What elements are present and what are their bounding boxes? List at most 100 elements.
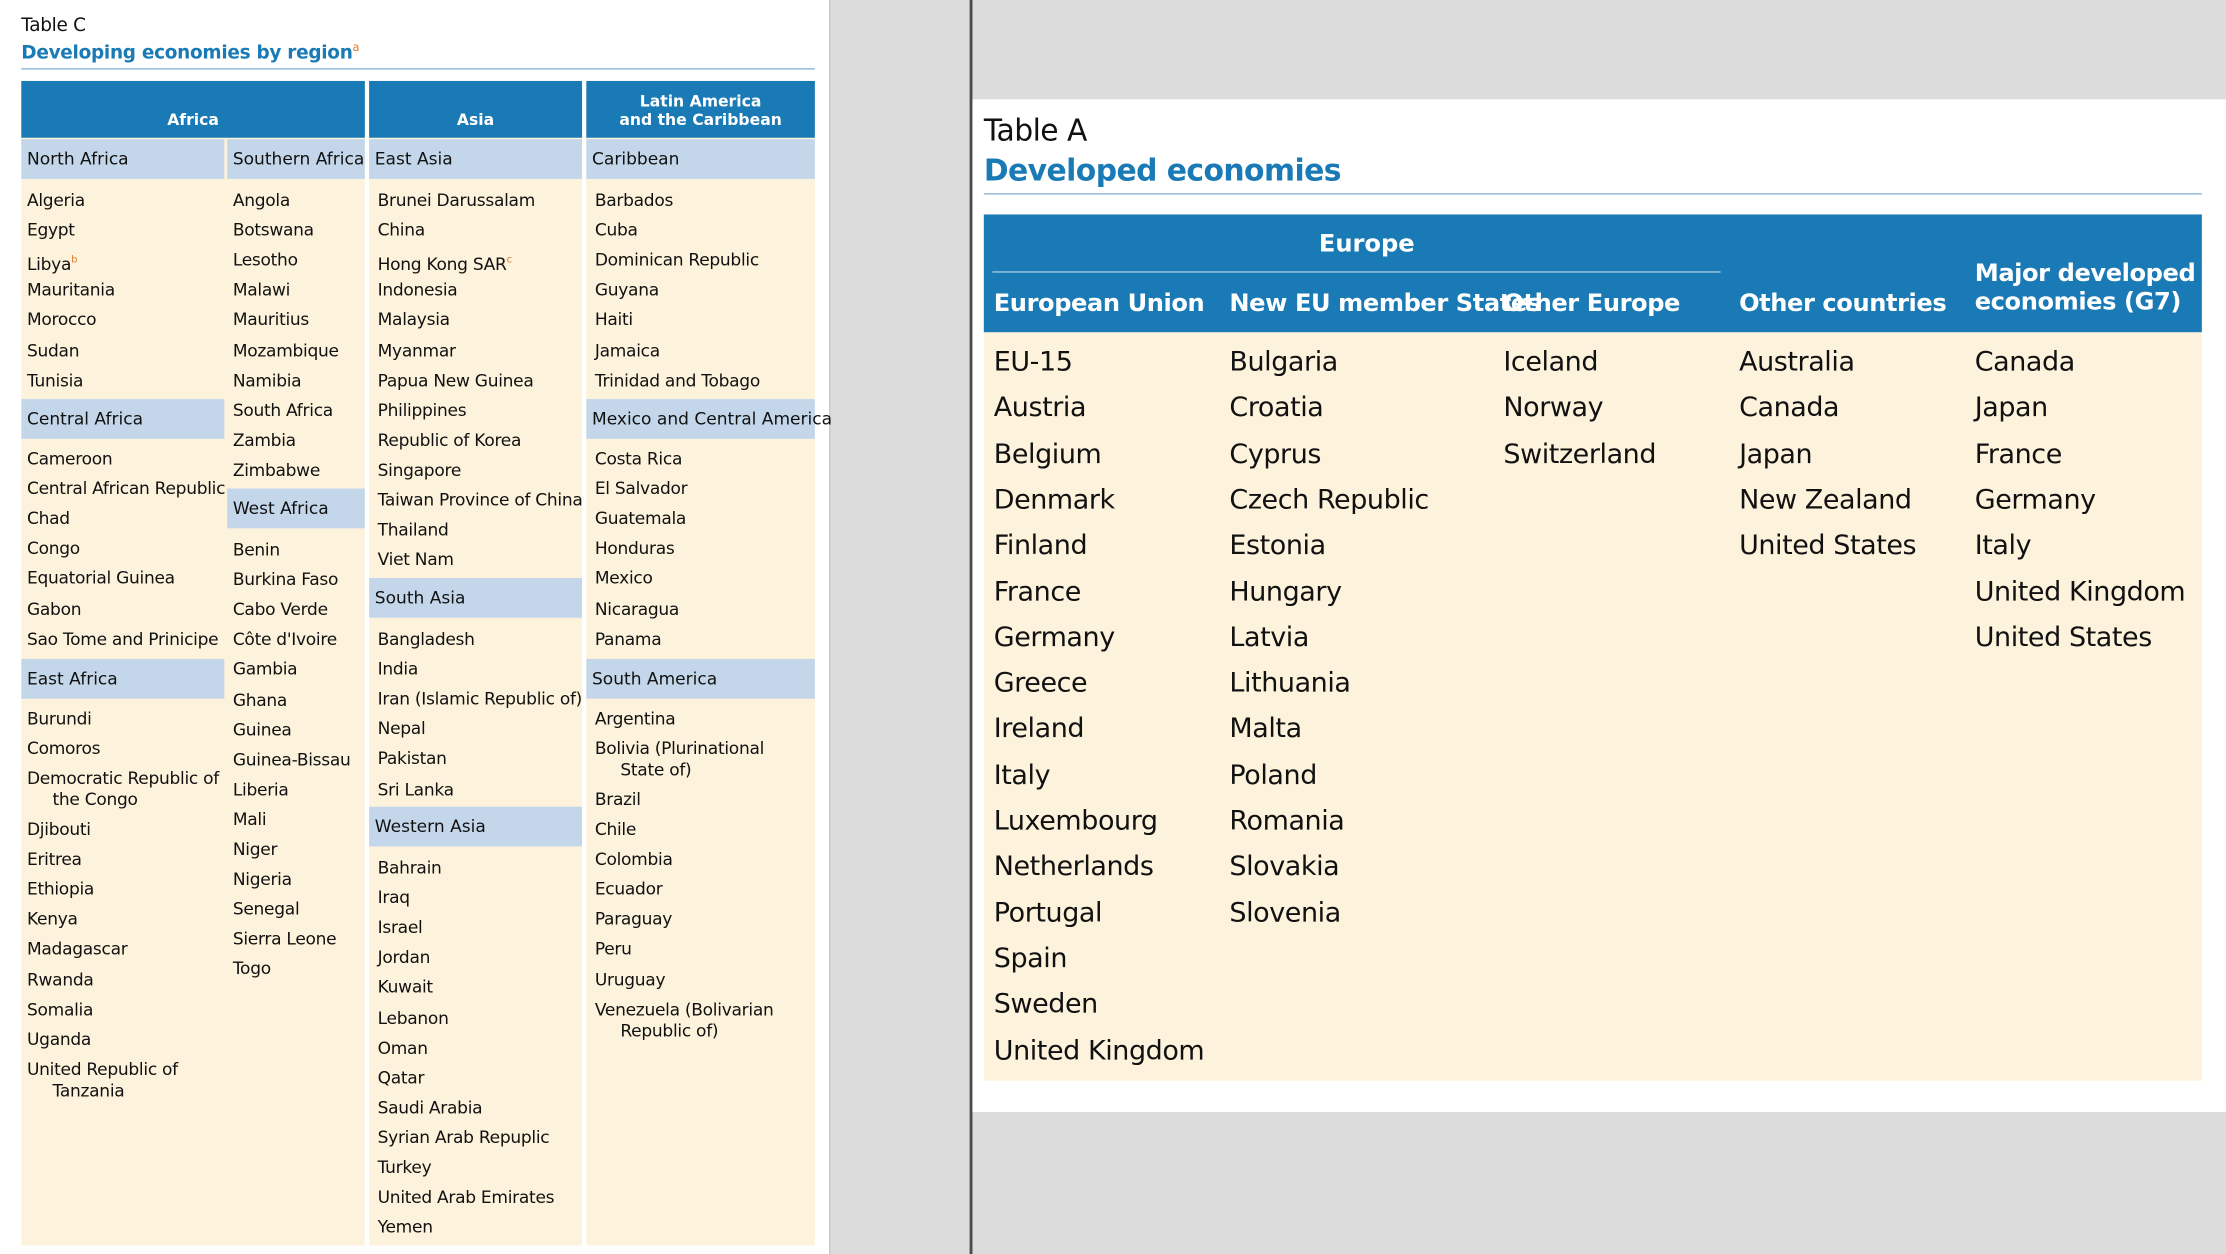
g7-column-header: Major developed economies (G7) xyxy=(1975,260,2196,317)
table-c-title-text: Developing economies by region xyxy=(21,43,353,65)
country-east-africa-item: Djibouti xyxy=(26,819,91,840)
new-eu-column-header: New EU member States xyxy=(1229,289,1541,319)
eu-column-header: European Union xyxy=(993,289,1205,319)
country-east-africa-item: Comoros xyxy=(26,738,101,759)
country-west-africa-item: Côte d'Ivoire xyxy=(232,629,337,650)
country-south-asia-item: Nepal xyxy=(377,719,426,739)
east-africa-subheader: East Africa xyxy=(21,658,225,699)
developed-other-countries-item: Canada xyxy=(1739,392,1840,424)
footnote-marker: b xyxy=(71,254,78,266)
country-southern-africa-item: Mozambique xyxy=(232,340,339,361)
europe-group-header: Europe xyxy=(1318,230,1415,259)
country-west-africa-item: Guinea-Bissau xyxy=(232,749,351,770)
developed-g7-item: United Kingdom xyxy=(1974,575,2186,608)
country-south-america-item: Bolivia (Plurinational State of) xyxy=(594,738,765,780)
developed-g7-item: Italy xyxy=(1974,529,2032,562)
developed-eu-item: United Kingdom xyxy=(993,1034,1205,1066)
country-east-africa-item: Rwanda xyxy=(26,969,94,990)
country-south-america-item: Colombia xyxy=(594,849,673,870)
country-western-asia-item: Saudi Arabia xyxy=(377,1097,483,1118)
country-west-africa-item: Togo xyxy=(232,959,271,980)
country-central-africa-item: Gabon xyxy=(26,598,82,619)
country-east-asia-item: Philippines xyxy=(377,400,467,420)
africa-header-text: Africa xyxy=(167,110,219,130)
north-africa-subheader: North Africa xyxy=(21,139,225,179)
table-a-label: Table A xyxy=(983,113,1088,148)
developed-new-eu-item: Cyprus xyxy=(1229,438,1322,470)
developed-new-eu-item: Lithuania xyxy=(1229,667,1351,699)
country-east-asia-item: Brunei Darussalam xyxy=(377,190,536,211)
country-caribbean-item: Barbados xyxy=(594,190,674,211)
country-central-africa-item: Sao Tome and Prinicipe xyxy=(26,628,219,649)
developed-eu-item: France xyxy=(993,575,1082,608)
developed-eu-item: EU-15 xyxy=(993,346,1073,378)
footnote-marker: c xyxy=(506,254,512,266)
country-west-africa-item: Gambia xyxy=(232,659,298,680)
developed-eu-item: Portugal xyxy=(993,896,1103,929)
country-east-africa-item: Kenya xyxy=(26,909,78,930)
country-east-asia-item: Republic of Korea xyxy=(377,430,522,450)
country-mexico-central-item: Mexico xyxy=(594,568,653,589)
country-caribbean-item: Haiti xyxy=(594,310,633,331)
africa-header: Africa xyxy=(21,80,365,138)
west-africa-subheader: West Africa xyxy=(227,488,365,529)
table-a-title-rule xyxy=(983,193,2202,195)
latin-america-header: Latin America and the Caribbean xyxy=(586,80,815,138)
country-north-africa-item: Mauritania xyxy=(26,280,115,301)
country-western-asia-item: United Arab Emirates xyxy=(377,1187,555,1208)
table-c-title: Developing economies by regiona xyxy=(21,41,359,64)
country-caribbean-item: Guyana xyxy=(594,280,659,301)
developed-new-eu-item: Romania xyxy=(1229,805,1345,837)
country-mexico-central-item: Honduras xyxy=(594,538,675,559)
country-east-africa-item: United Republic of Tanzania xyxy=(26,1059,178,1101)
country-central-africa-item: Chad xyxy=(26,508,70,529)
country-south-asia-item: Sri Lanka xyxy=(377,778,454,799)
table-c-title-rule xyxy=(21,68,815,70)
country-south-america-item: Chile xyxy=(594,819,637,840)
country-central-africa-item: Cameroon xyxy=(26,448,113,469)
country-east-africa-item: Eritrea xyxy=(26,849,82,870)
country-south-america-item: Venezuela (Bolivarian Republic of) xyxy=(594,999,774,1041)
country-caribbean-item: Dominican Republic xyxy=(594,250,759,271)
g7-header-line1: Major developed xyxy=(1974,259,2196,289)
country-south-america-item: Ecuador xyxy=(594,879,663,900)
asia-header: Asia xyxy=(369,80,583,138)
developed-eu-item: Luxembourg xyxy=(993,805,1158,837)
developed-other-countries-item: New Zealand xyxy=(1739,484,1912,516)
country-mexico-central-item: Guatemala xyxy=(594,508,687,529)
country-south-america-item: Paraguay xyxy=(594,909,673,930)
developed-other-countries-item: Japan xyxy=(1739,438,1813,470)
country-mexico-central-item: Nicaragua xyxy=(594,598,680,619)
developed-eu-item: Sweden xyxy=(993,988,1098,1020)
country-west-africa-item: Cabo Verde xyxy=(232,599,328,620)
country-western-asia-item: Syrian Arab Repuplic xyxy=(377,1127,550,1148)
latin-america-header-line1: Latin America xyxy=(639,92,762,111)
country-western-asia-item: Iraq xyxy=(377,887,410,908)
country-caribbean-item: Cuba xyxy=(594,220,638,241)
developed-new-eu-item: Czech Republic xyxy=(1229,484,1429,516)
country-south-asia-item: India xyxy=(377,659,419,679)
country-south-america-item: Uruguay xyxy=(594,969,666,990)
developed-g7-item: Canada xyxy=(1974,346,2076,378)
caribbean-subheader: Caribbean xyxy=(586,139,815,179)
south-america-subheader: South America xyxy=(586,658,815,699)
country-west-africa-item: Nigeria xyxy=(232,869,292,890)
country-west-africa-item: Guinea xyxy=(232,719,292,740)
country-southern-africa-item: Mauritius xyxy=(232,310,310,331)
country-south-asia-item: Pakistan xyxy=(377,748,447,769)
other-countries-column-header: Other countries xyxy=(1739,289,1947,319)
country-west-africa-item: Niger xyxy=(232,839,278,860)
screen: Table C Developing economies by regiona … xyxy=(0,0,2226,1254)
country-west-africa-item: Benin xyxy=(232,539,280,560)
country-east-asia-item: Viet Nam xyxy=(377,549,454,570)
country-east-asia-item: Indonesia xyxy=(377,280,458,301)
developed-g7-item: Germany xyxy=(1974,484,2096,516)
country-western-asia-item: Oman xyxy=(377,1037,428,1058)
developed-other-countries-item: Australia xyxy=(1739,346,1855,378)
developed-new-eu-item: Estonia xyxy=(1229,529,1326,562)
developed-other-europe-item: Norway xyxy=(1503,392,1604,424)
country-south-asia-item: Bangladesh xyxy=(377,629,475,650)
country-east-africa-item: Burundi xyxy=(26,708,92,729)
country-mexico-central-item: Panama xyxy=(594,628,662,649)
south-asia-subheader: South Asia xyxy=(369,578,583,618)
